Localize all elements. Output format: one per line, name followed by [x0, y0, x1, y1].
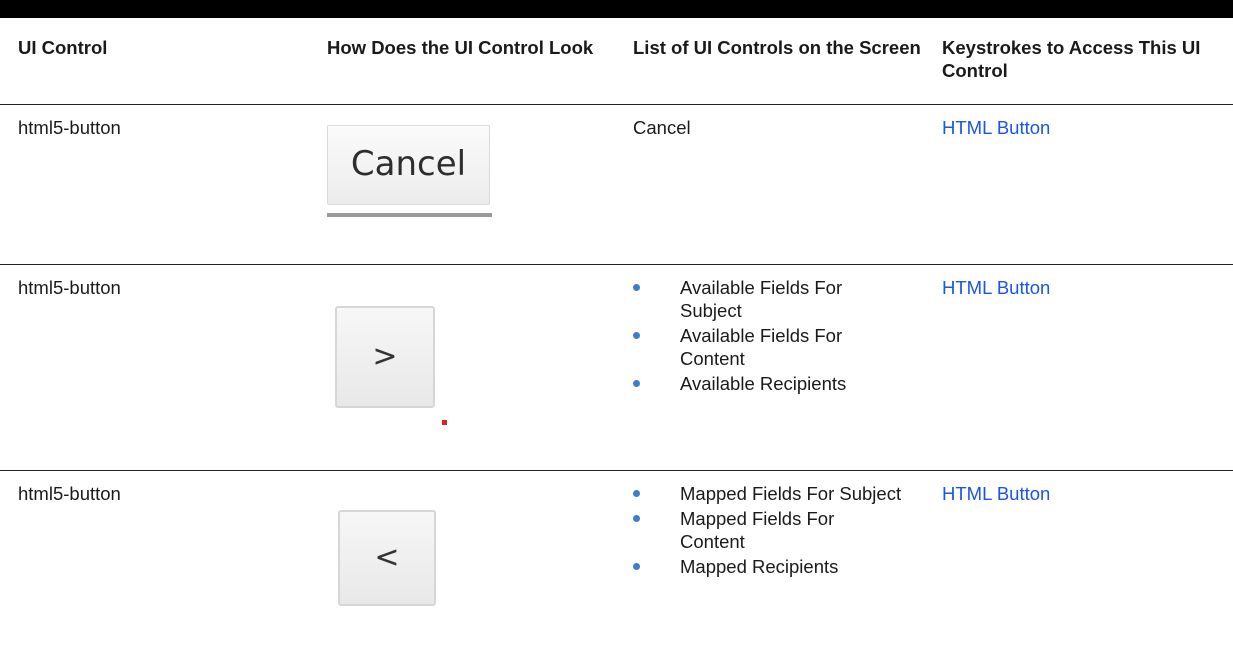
button-shadow — [327, 212, 492, 217]
html-button-link[interactable]: HTML Button — [942, 277, 1050, 298]
header-look: How Does the UI Control Look — [327, 18, 633, 105]
header-row: UI Control How Does the UI Control Look … — [0, 18, 1233, 105]
list-item: Mapped Fields For Subject — [633, 482, 903, 505]
bullet-icon — [633, 379, 640, 387]
chevron-right-icon: > — [372, 339, 398, 374]
header-ui-control: UI Control — [0, 18, 327, 105]
list-item: Mapped Recipients — [633, 555, 903, 578]
bullet-icon — [633, 514, 640, 522]
html-button-link[interactable]: HTML Button — [942, 117, 1050, 138]
keystrokes-cell: HTML Button — [942, 470, 1233, 665]
control-list: Mapped Fields For Subject Mapped Fields … — [633, 482, 942, 578]
bullet-icon — [633, 562, 640, 570]
table-row: html5-button > Available Fields For Subj… — [0, 264, 1233, 471]
bullet-icon — [633, 331, 640, 339]
keystrokes-cell: HTML Button — [942, 264, 1233, 471]
bullet-icon — [633, 283, 640, 291]
look-cell: Cancel — [327, 104, 633, 265]
document-page: UI Control How Does the UI Control Look … — [0, 0, 1233, 665]
control-name: html5-button — [0, 264, 327, 471]
control-name: html5-button — [18, 482, 121, 504]
control-name: html5-button — [0, 104, 327, 265]
look-cell: < — [327, 470, 633, 665]
list-cell: Available Fields For Subject Available F… — [633, 264, 942, 471]
table-row: html5-button < Mapped Fields For Subject… — [0, 470, 1233, 665]
header-keystrokes: Keystrokes to Access This UI Control — [942, 18, 1233, 105]
header-list: List of UI Controls on the Screen — [633, 18, 942, 105]
look-cell: > — [327, 264, 633, 471]
move-left-button-image: < — [338, 509, 436, 606]
table-row: html5-button Cancel Cancel HTML Button — [0, 104, 1233, 265]
list-cell: Cancel — [633, 104, 942, 265]
list-item: Available Fields For Subject — [633, 276, 903, 322]
red-dot-artifact — [442, 419, 447, 425]
list-cell: Mapped Fields For Subject Mapped Fields … — [633, 470, 942, 665]
cancel-button-image: Cancel — [327, 124, 492, 221]
control-list: Available Fields For Subject Available F… — [633, 276, 942, 395]
list-item: Mapped Fields For Content — [633, 507, 903, 553]
list-item: Available Recipients — [633, 372, 903, 395]
cancel-button-label: Cancel — [327, 124, 490, 205]
ui-controls-table: UI Control How Does the UI Control Look … — [0, 18, 1233, 665]
keystrokes-cell: HTML Button — [942, 104, 1233, 265]
bullet-icon — [633, 489, 640, 497]
chevron-left-icon: < — [374, 540, 400, 575]
list-item: Available Fields For Content — [633, 324, 903, 370]
move-right-button-image: > — [335, 305, 447, 425]
top-rule — [0, 0, 1233, 18]
html-button-link[interactable]: HTML Button — [942, 483, 1050, 504]
